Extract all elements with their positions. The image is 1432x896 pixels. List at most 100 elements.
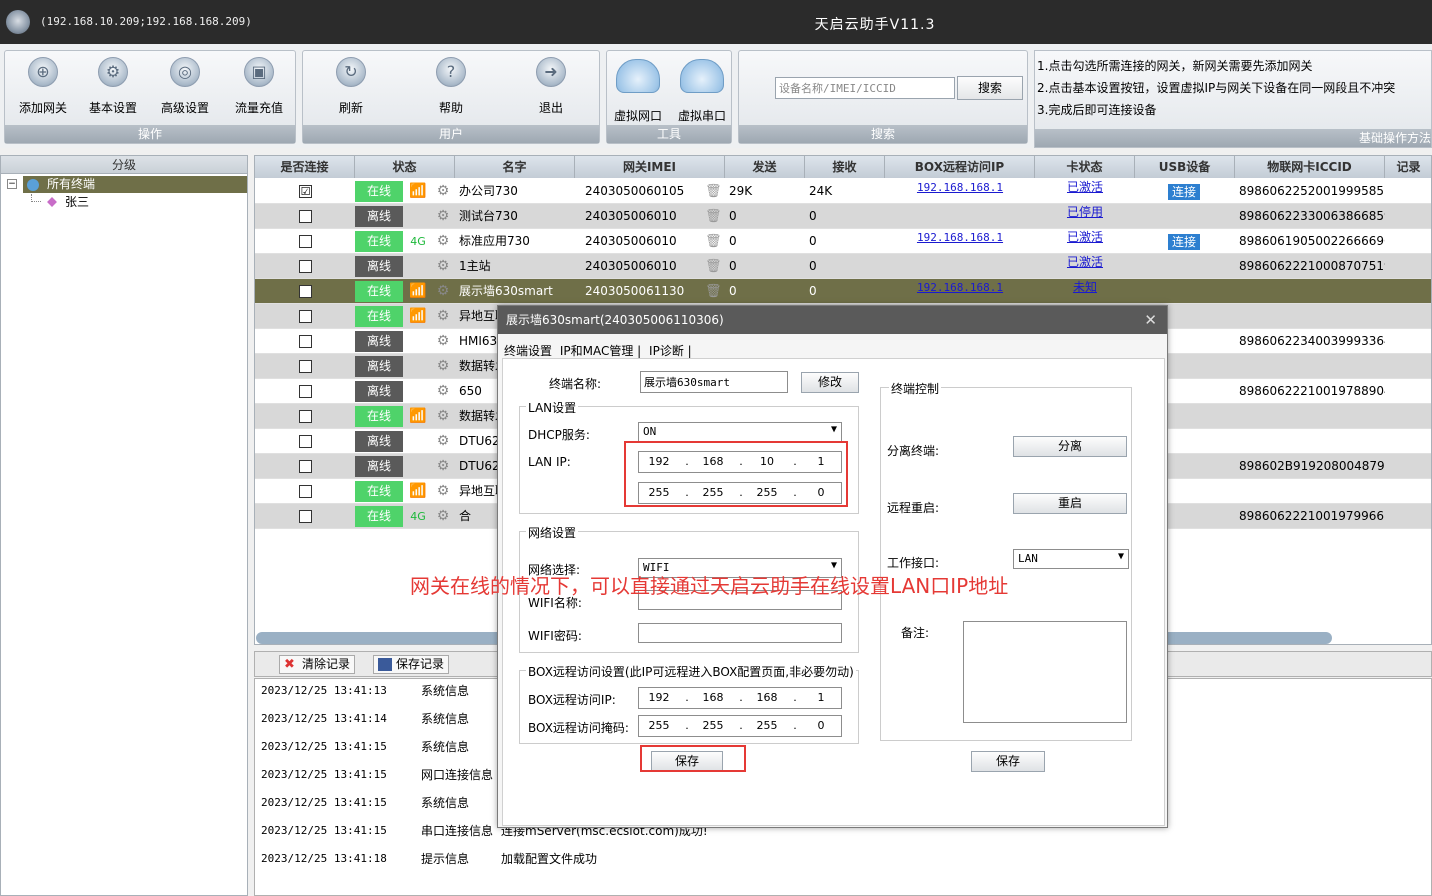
table-row[interactable]: 离线 ⚙ 1主站 240305006010 🗑 0 0 已激活 8986062221000870… <box>255 254 1431 279</box>
usb-connect-button[interactable]: 连接 <box>1168 184 1200 200</box>
save-log-button[interactable]: 保存记录 <box>373 655 450 674</box>
basic-settings-button[interactable]: ⚙ 基本设置 <box>81 57 145 121</box>
trash-icon[interactable]: 🗑 <box>705 254 722 279</box>
tab-ip-mac[interactable]: IP和MAC管理 | <box>560 344 641 358</box>
memo-textarea[interactable] <box>963 621 1127 723</box>
card-status-link[interactable]: 已激活 <box>1067 230 1103 244</box>
column-header[interactable]: USB设备 <box>1135 156 1235 178</box>
card-status-link[interactable]: 已激活 <box>1067 255 1103 269</box>
status-badge: 离线 <box>355 381 403 402</box>
card-status-link[interactable]: 未知 <box>1073 280 1097 294</box>
table-row[interactable]: 离线 ⚙ 测试台730 240305006010 🗑 0 0 已停用 8986062233006… <box>255 204 1431 229</box>
log-type: 提示信息 <box>421 852 470 866</box>
gear-icon[interactable]: ⚙ <box>435 304 451 329</box>
trash-icon[interactable]: 🗑 <box>705 204 722 229</box>
gear-icon[interactable]: ⚙ <box>435 429 451 454</box>
usb-connect-button[interactable]: 连接 <box>1168 234 1200 250</box>
gear-icon[interactable]: ⚙ <box>435 479 451 504</box>
gear-icon[interactable]: ⚙ <box>435 279 451 304</box>
gear-icon[interactable]: ⚙ <box>435 204 451 229</box>
refresh-button[interactable]: ↻ 刷新 <box>319 57 383 121</box>
chevron-down-icon: ▼ <box>1117 551 1124 562</box>
connect-checkbox[interactable] <box>299 210 312 223</box>
tab-terminal-settings[interactable]: 终端设置 <box>504 344 552 358</box>
connect-checkbox[interactable] <box>299 360 312 373</box>
reboot-button[interactable]: 重启 <box>1013 493 1127 514</box>
log-time: 2023/12/25 13:41:13 <box>261 684 387 697</box>
connect-checkbox[interactable] <box>299 260 312 273</box>
virtual-port-button[interactable]: 虚拟网口 <box>607 57 669 123</box>
column-header[interactable]: 名字 <box>455 156 575 178</box>
table-row[interactable]: 在线 📶 ⚙ 展示墙630smart 2403050061130 🗑 0 0 192.168.1… <box>255 279 1431 304</box>
close-icon[interactable]: ✕ <box>1144 306 1157 334</box>
gear-icon[interactable]: ⚙ <box>435 404 451 429</box>
column-header[interactable]: 网关IMEI <box>575 156 725 178</box>
search-button[interactable]: 搜索 <box>957 76 1023 100</box>
interface-select[interactable]: LAN ▼ <box>1013 549 1129 569</box>
column-header[interactable]: 卡状态 <box>1035 156 1135 178</box>
trash-icon[interactable]: 🗑 <box>705 179 722 204</box>
connect-checkbox[interactable] <box>299 410 312 423</box>
group-user: ↻ 刷新 ? 帮助 ➜ 退出 用户 <box>302 50 600 144</box>
wifi-password-input[interactable] <box>638 623 842 643</box>
column-header[interactable]: 状态 <box>355 156 455 178</box>
group-title: 操作 <box>5 125 295 143</box>
table-row[interactable]: ☑ 在线 📶 ⚙ 办公司730 2403050060105 🗑 29K 24K 192.168.1… <box>255 179 1431 204</box>
gear-icon[interactable]: ⚙ <box>435 179 451 204</box>
tab-ip-diag[interactable]: IP诊断 | <box>649 344 692 358</box>
modify-button[interactable]: 修改 <box>801 372 859 393</box>
tree-node-all[interactable]: 所有终端 <box>23 176 247 193</box>
tree-node-user[interactable]: 张三 <box>45 194 89 210</box>
search-input[interactable]: 设备名称/IMEI/ICCID <box>775 77 955 99</box>
box-ip-input[interactable]: 192. 168. 168. 1 <box>638 687 842 709</box>
collapse-toggle-icon[interactable]: − <box>7 179 17 189</box>
connect-checkbox[interactable] <box>299 285 312 298</box>
trash-icon[interactable]: 🗑 <box>705 229 722 254</box>
connect-checkbox[interactable] <box>299 435 312 448</box>
terminal-name-input[interactable]: 展示墙630smart <box>640 371 788 393</box>
log-type: 系统信息 <box>421 712 470 726</box>
clear-log-button[interactable]: ✖ 清除记录 <box>279 655 356 674</box>
log-time: 2023/12/25 13:41:18 <box>261 852 387 865</box>
connect-checkbox[interactable]: ☑ <box>299 185 312 198</box>
column-header[interactable]: 发送 <box>725 156 805 178</box>
gear-icon[interactable]: ⚙ <box>435 454 451 479</box>
exit-button[interactable]: ➜ 退出 <box>519 57 583 121</box>
connect-checkbox[interactable] <box>299 310 312 323</box>
add-gateway-button[interactable]: ⊕ 添加网关 <box>11 57 75 121</box>
box-ip-link[interactable]: 192.168.168.1 <box>917 181 1003 194</box>
trash-icon[interactable]: 🗑 <box>705 279 722 304</box>
gear-icon[interactable]: ⚙ <box>435 329 451 354</box>
connect-checkbox[interactable] <box>299 385 312 398</box>
log-type: 系统信息 <box>421 796 470 810</box>
gear-icon[interactable]: ⚙ <box>435 354 451 379</box>
gear-icon[interactable]: ⚙ <box>435 229 451 254</box>
advanced-settings-button[interactable]: ◎ 高级设置 <box>153 57 217 121</box>
gear-icon[interactable]: ⚙ <box>435 379 451 404</box>
column-header[interactable]: 接收 <box>805 156 885 178</box>
connect-checkbox[interactable] <box>299 235 312 248</box>
gear-icon[interactable]: ⚙ <box>435 254 451 279</box>
virtual-serial-button[interactable]: 虚拟串口 <box>671 57 733 123</box>
card-status-link[interactable]: 已激活 <box>1067 180 1103 194</box>
recharge-button[interactable]: ▣ 流量充值 <box>227 57 291 121</box>
column-header[interactable]: 是否连接 <box>255 156 355 178</box>
column-header[interactable]: 记录 <box>1385 156 1431 178</box>
column-header[interactable]: 物联网卡ICCID <box>1235 156 1385 178</box>
connect-checkbox[interactable] <box>299 460 312 473</box>
card-status-link[interactable]: 已停用 <box>1067 205 1103 219</box>
table-row[interactable]: 在线 4G ⚙ 标准应用730 240305006010 🗑 0 0 192.168.168.1… <box>255 229 1431 254</box>
tree-header: 分级 <box>1 156 247 174</box>
dhcp-select[interactable]: ON ▼ <box>638 422 842 442</box>
connect-checkbox[interactable] <box>299 485 312 498</box>
help-button[interactable]: ? 帮助 <box>419 57 483 121</box>
box-ip-link[interactable]: 192.168.168.1 <box>917 231 1003 244</box>
separate-button[interactable]: 分离 <box>1013 436 1127 457</box>
control-save-button[interactable]: 保存 <box>971 751 1045 772</box>
connect-checkbox[interactable] <box>299 510 312 523</box>
column-header[interactable]: BOX远程访问IP <box>885 156 1035 178</box>
connect-checkbox[interactable] <box>299 335 312 348</box>
gear-icon[interactable]: ⚙ <box>435 504 451 529</box>
box-mask-input[interactable]: 255. 255. 255. 0 <box>638 715 842 737</box>
box-ip-link[interactable]: 192.168.168.1 <box>917 281 1003 294</box>
